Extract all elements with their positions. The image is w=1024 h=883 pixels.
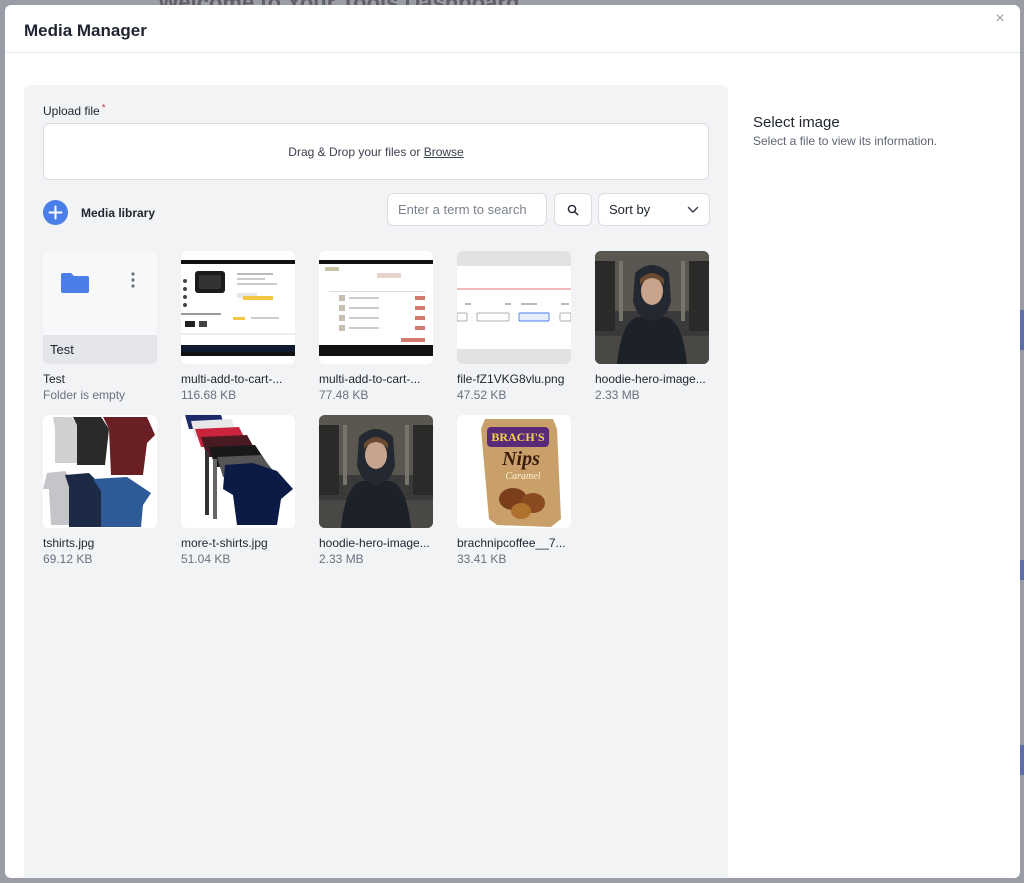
- upload-label-text: Upload file: [43, 104, 100, 118]
- hoodie-photo-image: [595, 251, 709, 364]
- hoodie-photo-image: [319, 415, 433, 528]
- file-meta: 47.52 KB: [457, 388, 507, 402]
- file-dropzone[interactable]: Drag & Drop your files or Browse: [43, 123, 709, 180]
- screenshot-thumbnail-image: [319, 251, 433, 364]
- folder-icon: [61, 273, 89, 293]
- search-input[interactable]: [387, 193, 547, 226]
- modal-header: Media Manager ×: [5, 5, 1020, 53]
- dropzone-text: Drag & Drop your files or: [288, 145, 424, 159]
- browse-link[interactable]: Browse: [424, 145, 464, 159]
- details-title: Select image: [753, 114, 840, 131]
- file-name: tshirts.jpg: [43, 536, 95, 550]
- image-thumbnail[interactable]: [181, 251, 295, 364]
- file-name: Test: [43, 372, 66, 386]
- file-name: multi-add-to-cart-...: [181, 372, 283, 386]
- image-thumbnail[interactable]: BRACH'S Nips Caramel: [457, 415, 571, 528]
- candy-flavor-text: Caramel: [506, 471, 541, 482]
- media-library-label: Media library: [81, 206, 156, 220]
- sort-by-select[interactable]: Sort by: [598, 193, 710, 226]
- file-name: multi-add-to-cart-...: [319, 372, 421, 386]
- file-meta: 2.33 MB: [319, 552, 364, 566]
- file-name: more-t-shirts.jpg: [181, 536, 268, 550]
- media-item[interactable]: hoodie-hero-image... 2.33 MB: [595, 251, 709, 402]
- media-item[interactable]: file-fZ1VKG8vlu.png 47.52 KB: [457, 251, 571, 402]
- image-thumbnail[interactable]: [319, 251, 433, 364]
- image-thumbnail[interactable]: [319, 415, 433, 528]
- file-name: hoodie-hero-image...: [319, 536, 430, 550]
- modal-title: Media Manager: [24, 21, 147, 40]
- folder-thumb-label: Test: [43, 335, 157, 364]
- file-meta: 2.33 MB: [595, 388, 640, 402]
- file-meta: 33.41 KB: [457, 552, 507, 566]
- add-media-button[interactable]: [43, 200, 68, 225]
- tshirts-stack-photo-image: [181, 415, 295, 528]
- media-item[interactable]: more-t-shirts.jpg 51.04 KB: [181, 415, 295, 566]
- file-name: brachnipcoffee__7...: [457, 536, 566, 550]
- search-button[interactable]: [554, 193, 592, 226]
- chevron-down-icon: [687, 206, 699, 213]
- image-thumbnail[interactable]: [595, 251, 709, 364]
- file-meta: 77.48 KB: [319, 388, 369, 402]
- media-manager-modal: Media Manager × Upload file * Drag & Drop…: [5, 5, 1020, 878]
- folder-thumbnail[interactable]: Test: [43, 251, 157, 364]
- file-meta: 51.04 KB: [181, 552, 231, 566]
- file-meta: 116.68 KB: [181, 388, 237, 402]
- image-thumbnail[interactable]: [457, 251, 571, 364]
- folder-item[interactable]: Test Test Folder is empty: [43, 251, 157, 402]
- backdrop-accent-strip: [1020, 310, 1024, 350]
- screenshot-thumbnail-image: [457, 251, 571, 364]
- media-item[interactable]: hoodie-hero-image... 2.33 MB: [319, 415, 433, 566]
- image-thumbnail[interactable]: [181, 415, 295, 528]
- file-name: hoodie-hero-image...: [595, 372, 706, 386]
- candy-bag-photo-image: BRACH'S Nips Caramel: [457, 415, 571, 528]
- candy-product-text: Nips: [501, 448, 540, 470]
- sort-by-label: Sort by: [609, 202, 651, 217]
- details-subtitle: Select a file to view its information.: [753, 134, 938, 148]
- tshirts-photo-image: [43, 415, 157, 528]
- media-item[interactable]: tshirts.jpg 69.12 KB: [43, 415, 157, 566]
- backdrop-accent-strip: [1020, 560, 1024, 580]
- file-meta: 69.12 KB: [43, 552, 93, 566]
- media-library-panel: Upload file * Drag & Drop your files or B…: [24, 85, 728, 878]
- candy-brand-text: BRACH'S: [491, 430, 545, 444]
- image-thumbnail[interactable]: [43, 415, 157, 528]
- search-icon: [567, 204, 579, 216]
- required-mark: *: [101, 103, 106, 114]
- file-meta: Folder is empty: [43, 388, 126, 402]
- media-item[interactable]: multi-add-to-cart-... 77.48 KB: [319, 251, 433, 402]
- plus-icon: [48, 205, 63, 220]
- upload-file-label: Upload file *: [43, 103, 106, 118]
- close-icon[interactable]: ×: [992, 11, 1008, 27]
- backdrop-accent-strip: [1020, 745, 1024, 775]
- media-item[interactable]: BRACH'S Nips Caramel brachnipcoffee__7..…: [457, 415, 571, 566]
- more-options-icon[interactable]: [129, 271, 137, 289]
- media-item[interactable]: multi-add-to-cart-... 116.68 KB: [181, 251, 295, 402]
- screenshot-thumbnail-image: [181, 251, 295, 364]
- file-name: file-fZ1VKG8vlu.png: [457, 372, 565, 386]
